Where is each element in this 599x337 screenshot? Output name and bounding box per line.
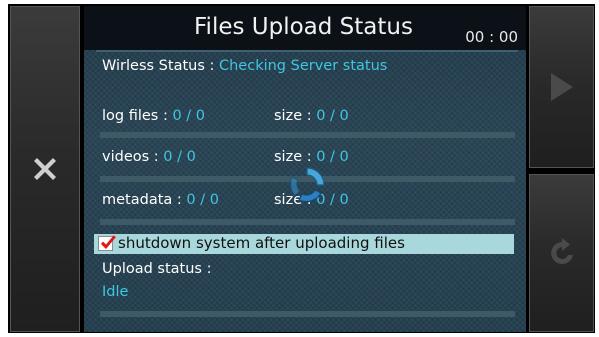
upload-status-value: Idle	[102, 284, 129, 300]
log-files-row: log files : 0 / 0	[102, 108, 205, 124]
checkmark-icon	[101, 235, 116, 249]
wireless-status-label: Wirless Status :	[102, 58, 219, 74]
videos-count: 0 / 0	[163, 149, 196, 165]
metadata-label: metadata :	[102, 192, 187, 208]
shutdown-option-label: shutdown system after uploading files	[118, 234, 405, 252]
divider	[96, 50, 518, 52]
play-icon	[550, 73, 573, 101]
divider	[100, 219, 515, 225]
log-files-size-value: 0 / 0	[316, 108, 349, 124]
shutdown-option-row[interactable]: shutdown system after uploading files	[94, 234, 514, 254]
metadata-row: metadata : 0 / 0	[102, 192, 219, 208]
page-title: Files Upload Status	[194, 14, 413, 40]
log-files-label: log files :	[102, 108, 173, 124]
videos-size-label: size :	[274, 149, 317, 165]
metadata-count: 0 / 0	[186, 192, 219, 208]
upload-status-label: Upload status :	[102, 261, 212, 277]
title-bar: Files Upload Status 00 : 00	[84, 6, 526, 50]
divider	[100, 311, 515, 317]
upload-status-panel: Files Upload Status 00 : 00 Wirless Stat…	[84, 6, 526, 332]
cancel-button[interactable]	[10, 6, 80, 332]
wireless-status: Wirless Status : Checking Server status	[102, 58, 387, 74]
reload-button[interactable]	[529, 174, 594, 332]
elapsed-time: 00 : 00	[465, 28, 518, 46]
videos-label: videos :	[102, 149, 164, 165]
videos-size: size : 0 / 0	[274, 149, 349, 165]
shutdown-checkbox[interactable]	[98, 235, 116, 251]
videos-size-value: 0 / 0	[316, 149, 349, 165]
start-upload-button[interactable]	[529, 6, 594, 168]
videos-row: videos : 0 / 0	[102, 149, 196, 165]
log-files-size-label: size :	[274, 108, 317, 124]
loading-spinner-icon	[289, 167, 325, 203]
divider	[100, 132, 515, 138]
reload-icon	[550, 238, 573, 264]
close-x-icon	[34, 158, 56, 180]
wireless-status-value: Checking Server status	[218, 58, 388, 74]
log-files-size: size : 0 / 0	[274, 108, 349, 124]
log-files-count: 0 / 0	[172, 108, 206, 124]
